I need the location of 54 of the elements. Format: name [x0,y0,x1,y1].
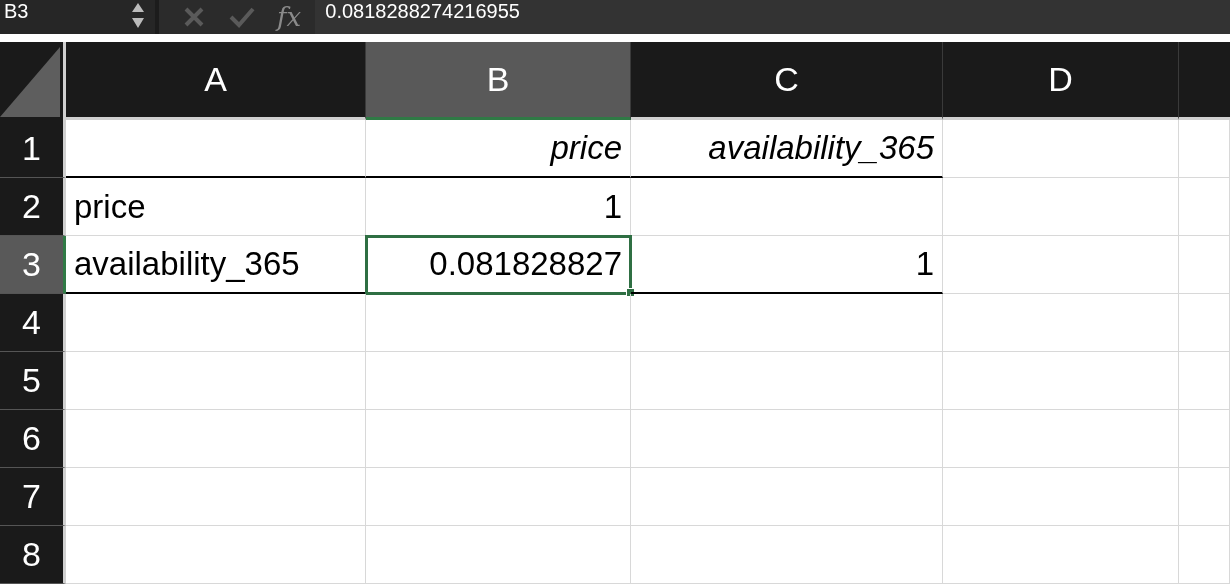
empty-cell[interactable] [943,352,1179,410]
row-header[interactable]: 6 [0,410,66,468]
row-header[interactable]: 2 [0,178,66,236]
column-header[interactable]: A [66,42,366,120]
check-icon[interactable] [229,6,255,28]
formula-field[interactable]: 0.0818288274216955 [315,0,1230,34]
table-cell[interactable]: price [66,178,366,236]
table-cell[interactable]: price [366,120,631,178]
column-header[interactable]: C [631,42,943,120]
empty-cell[interactable] [366,352,631,410]
close-icon[interactable] [183,6,205,28]
row-header[interactable]: 1 [0,120,66,178]
table-cell[interactable]: 0.081828827 [366,236,631,294]
empty-cell[interactable] [1179,178,1230,236]
column-header[interactable] [1179,42,1230,120]
empty-cell[interactable] [1179,236,1230,294]
empty-cell[interactable] [943,294,1179,352]
empty-cell[interactable] [631,352,943,410]
empty-cell[interactable] [943,526,1179,584]
name-box[interactable]: B3 [0,0,155,34]
empty-cell[interactable] [631,294,943,352]
row-header[interactable]: 7 [0,468,66,526]
row-header[interactable]: 8 [0,526,66,584]
select-all-corner[interactable] [0,42,66,120]
empty-cell[interactable] [631,526,943,584]
empty-cell[interactable] [366,468,631,526]
stepper-icon[interactable] [131,2,145,30]
empty-cell[interactable] [1179,526,1230,584]
empty-cell[interactable] [943,468,1179,526]
empty-cell[interactable] [943,178,1179,236]
empty-cell[interactable] [366,294,631,352]
row-header[interactable]: 5 [0,352,66,410]
fill-handle[interactable] [626,288,635,297]
empty-cell[interactable] [631,410,943,468]
empty-cell[interactable] [1179,410,1230,468]
empty-cell[interactable] [631,178,943,236]
empty-cell[interactable] [366,526,631,584]
function-label[interactable]: fx [277,2,302,32]
empty-cell[interactable] [1179,352,1230,410]
empty-cell[interactable] [1179,294,1230,352]
empty-cell[interactable] [366,410,631,468]
table-cell[interactable]: availability_365 [66,236,366,294]
table-cell[interactable]: 1 [366,178,631,236]
empty-cell[interactable] [631,468,943,526]
column-header[interactable]: D [943,42,1179,120]
empty-cell[interactable] [1179,468,1230,526]
row-header[interactable]: 4 [0,294,66,352]
empty-cell[interactable] [943,236,1179,294]
table-cell[interactable]: 1 [631,236,943,294]
table-cell[interactable]: availability_365 [631,120,943,178]
empty-cell[interactable] [943,410,1179,468]
empty-cell[interactable] [943,120,1179,178]
row-header[interactable]: 3 [0,236,66,294]
column-header[interactable]: B [366,42,631,120]
